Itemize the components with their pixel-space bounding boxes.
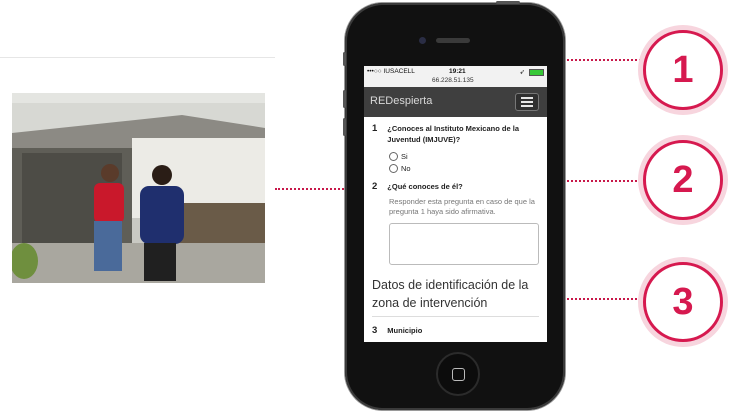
- url-address: 66.228.51.135: [432, 77, 474, 84]
- power-button: [496, 1, 520, 4]
- callout-1-label: 1: [672, 48, 694, 91]
- question-text: ¿Qué conoces de él?: [387, 182, 463, 191]
- speaker-grille: [436, 38, 470, 43]
- answer-textarea[interactable]: [389, 223, 539, 265]
- callout-2: 2: [643, 140, 723, 220]
- mute-switch: [343, 52, 346, 66]
- question-3: 3 Municipio: [372, 325, 539, 336]
- hamburger-line: [521, 105, 533, 107]
- hamburger-menu-button[interactable]: [515, 93, 539, 111]
- callout-3: 3: [643, 262, 723, 342]
- volume-up-button: [343, 90, 346, 108]
- option-label: No: [401, 164, 411, 173]
- question-number: 1: [372, 123, 378, 134]
- phone-screen: •••○○ IUSACELL 19:21 66.228.51.135 ➶ RED…: [364, 66, 547, 342]
- battery-icon: [529, 69, 544, 76]
- radio-si[interactable]: [389, 152, 398, 161]
- camera-icon: [419, 37, 426, 44]
- callout-2-label: 2: [672, 158, 694, 201]
- connector-1: [560, 59, 648, 61]
- question-help-text: Responder esta pregunta en caso de que l…: [389, 197, 535, 216]
- question-text: Municipio: [387, 326, 423, 335]
- hamburger-line: [521, 101, 533, 103]
- form-content: 1 ¿Conoces al Instituto Mexicano de la J…: [364, 117, 547, 336]
- field-photo: [12, 93, 265, 283]
- question-1: 1 ¿Conoces al Instituto Mexicano de la J…: [372, 123, 539, 145]
- option-no[interactable]: No: [389, 164, 539, 173]
- option-si[interactable]: Si: [389, 152, 539, 161]
- volume-down-button: [343, 118, 346, 136]
- question-text: ¿Conoces al Instituto Mexicano de la Juv…: [387, 124, 519, 144]
- question-number: 2: [372, 181, 378, 192]
- brand-title[interactable]: REDespierta: [370, 95, 432, 107]
- home-button[interactable]: [436, 352, 480, 396]
- option-label: Si: [401, 152, 408, 161]
- status-bar: •••○○ IUSACELL 19:21 66.228.51.135 ➶: [364, 66, 547, 87]
- question-2: 2 ¿Qué conoces de él?: [372, 181, 539, 192]
- section-title: Datos de identificación de la zona de in…: [372, 276, 539, 317]
- connector-2: [556, 180, 644, 182]
- connector-3: [556, 298, 644, 300]
- carrier-label: •••○○ IUSACELL: [367, 68, 415, 75]
- location-icon: ➶: [519, 69, 525, 76]
- top-divider: [0, 57, 275, 58]
- connector-photo: [275, 188, 348, 190]
- app-navbar: REDespierta: [364, 87, 547, 117]
- radio-no[interactable]: [389, 164, 398, 173]
- callout-3-label: 3: [672, 280, 694, 323]
- hamburger-line: [521, 97, 533, 99]
- question-number: 3: [372, 325, 378, 336]
- callout-1: 1: [643, 30, 723, 110]
- clock: 19:21: [449, 68, 466, 75]
- home-square-icon: [451, 367, 465, 381]
